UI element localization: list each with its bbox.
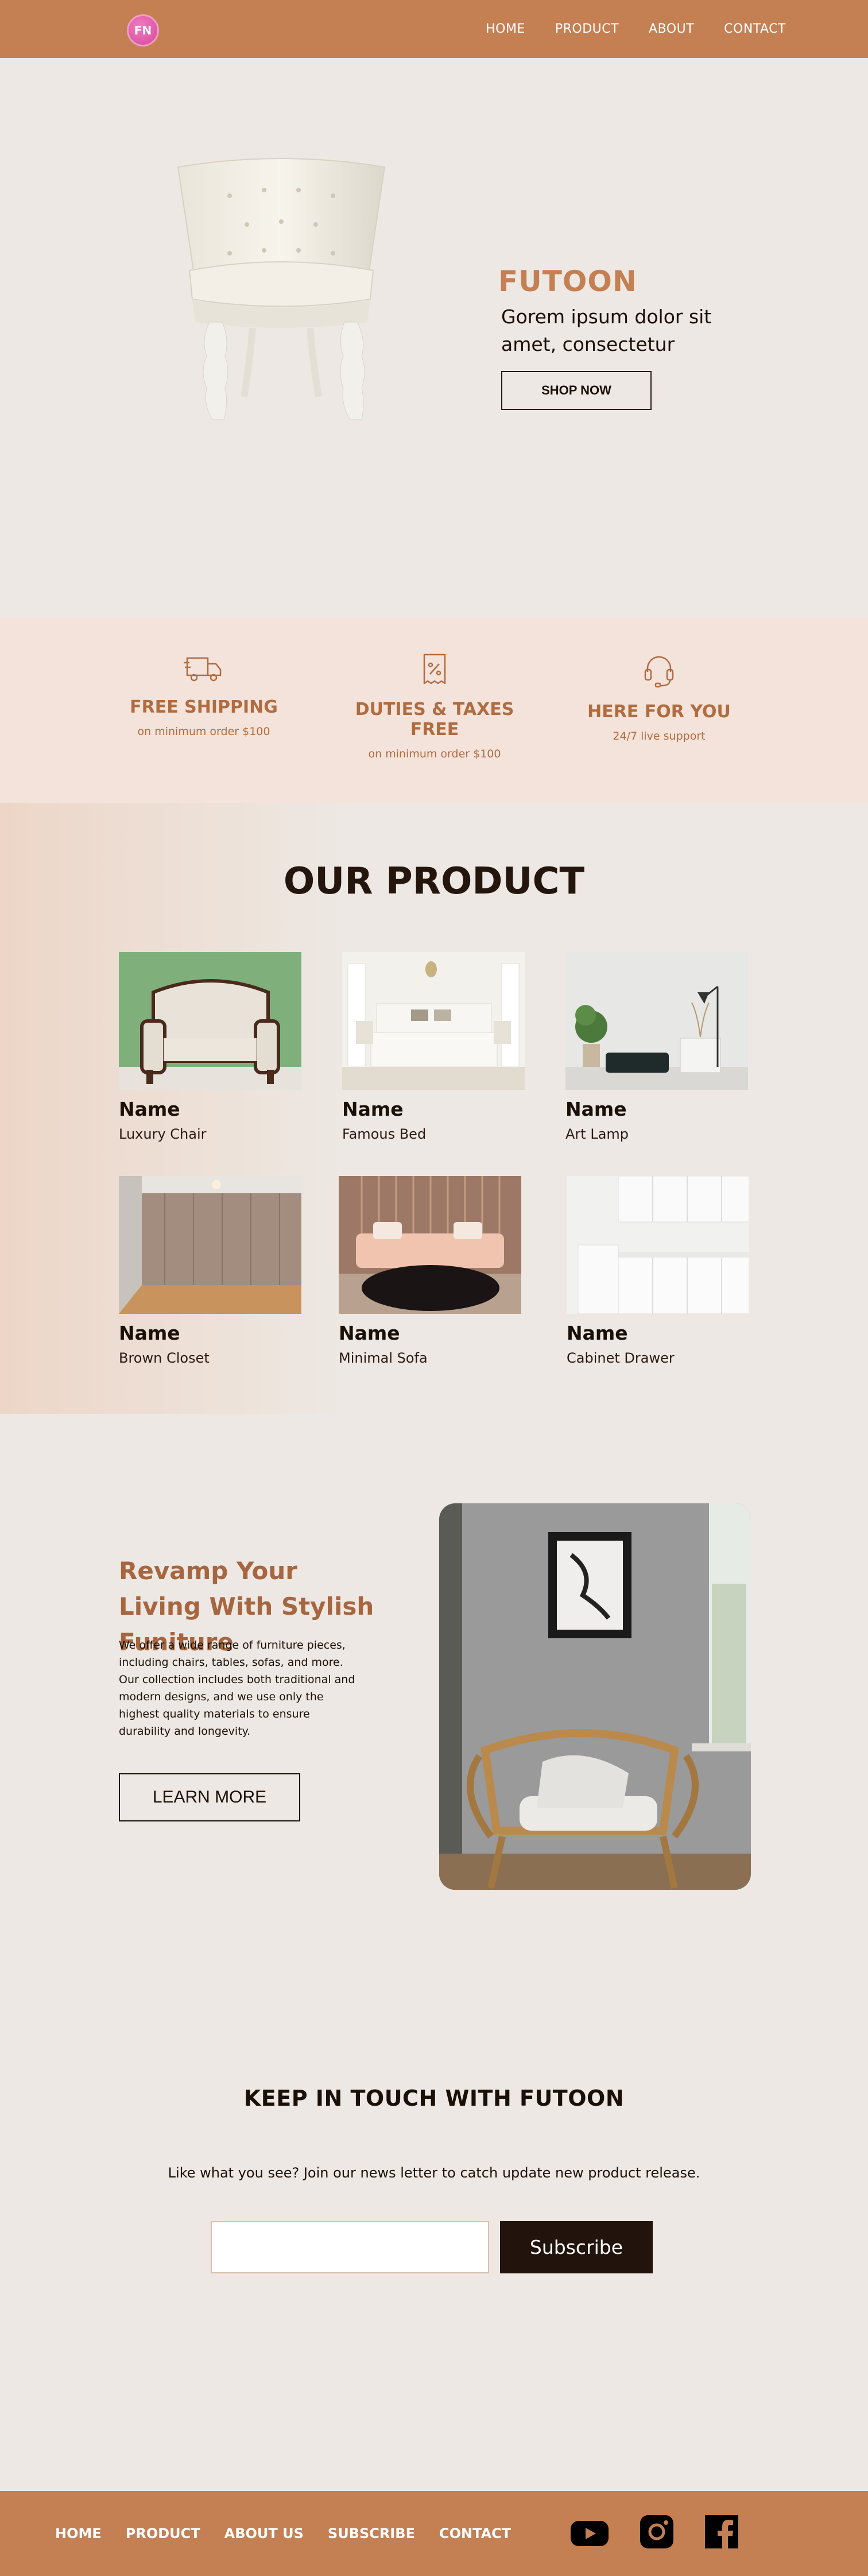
footer: HOME PRODUCT ABOUT US SUBSCRIBE CONTACT xyxy=(0,2491,868,2576)
subscribe-button[interactable]: Subscribe xyxy=(500,2221,653,2273)
product-card[interactable]: Name Minimal Sofa xyxy=(339,1176,522,1366)
newsletter-text: Like what you see? Join our news letter … xyxy=(168,2165,700,2181)
feature-subtitle: on minimum order $100 xyxy=(368,748,501,760)
product-name: Name xyxy=(565,1098,627,1120)
footer-subscribe[interactable]: SUBSCRIBE xyxy=(328,2525,415,2542)
product-description: Brown Closet xyxy=(119,1350,210,1366)
learn-more-button[interactable]: LEARN MORE xyxy=(119,1773,300,1821)
feature-free-shipping: FREE SHIPPING on minimum order $100 xyxy=(100,652,307,738)
product-card[interactable]: Name Cabinet Drawer xyxy=(567,1176,750,1366)
nav-links: HOME PRODUCT ABOUT CONTACT xyxy=(486,22,786,36)
feature-support: HERE FOR YOU 24/7 live support xyxy=(556,652,762,742)
feature-title: HERE FOR YOU xyxy=(587,702,731,722)
product-description: Luxury Chair xyxy=(119,1126,207,1142)
feature-subtitle: on minimum order $100 xyxy=(137,725,270,738)
feature-title: DUTIES & TAXES FREE xyxy=(355,699,514,740)
product-image-brown-closet xyxy=(119,1176,301,1314)
nav-home[interactable]: HOME xyxy=(486,22,525,36)
product-image-cabinet-drawer xyxy=(567,1176,749,1314)
newsletter-email-input[interactable] xyxy=(211,2221,489,2273)
footer-about-us[interactable]: ABOUT US xyxy=(224,2525,304,2542)
product-image-art-lamp xyxy=(565,952,748,1090)
products-title: OUR PRODUCT xyxy=(283,860,585,903)
product-name: Name xyxy=(342,1098,404,1120)
instagram-icon[interactable] xyxy=(640,2515,673,2548)
feature-subtitle: 24/7 live support xyxy=(613,730,706,742)
footer-contact[interactable]: CONTACT xyxy=(439,2525,511,2542)
hero-subtitle: Gorem ipsum dolor sit amet, consectetur xyxy=(501,305,712,355)
product-name: Name xyxy=(119,1322,180,1344)
revamp-text: We offer a wide range of furniture piece… xyxy=(119,1639,355,1738)
product-description: Art Lamp xyxy=(565,1126,629,1142)
product-card[interactable]: Name Luxury Chair xyxy=(119,952,303,1142)
product-description: Famous Bed xyxy=(342,1126,427,1142)
footer-home[interactable]: HOME xyxy=(55,2525,102,2542)
nav-product[interactable]: PRODUCT xyxy=(555,22,619,36)
feature-duties-taxes: DUTIES & TAXES FREE on minimum order $10… xyxy=(331,652,538,760)
nav-contact[interactable]: CONTACT xyxy=(724,22,786,36)
products-section: OUR PRODUCT Name Luxury Chair Name Famou… xyxy=(0,803,868,1414)
logo[interactable]: FN xyxy=(127,14,159,47)
top-nav: FN HOME PRODUCT ABOUT CONTACT xyxy=(0,0,868,58)
headset-icon xyxy=(644,656,674,688)
product-card[interactable]: Name Famous Bed xyxy=(342,952,526,1142)
feature-title: FREE SHIPPING xyxy=(130,697,278,717)
truck-icon xyxy=(184,657,222,682)
product-name: Name xyxy=(119,1098,180,1120)
footer-product[interactable]: PRODUCT xyxy=(126,2525,200,2542)
shop-now-button[interactable]: SHOP NOW xyxy=(501,371,652,410)
product-description: Minimal Sofa xyxy=(339,1350,428,1366)
product-name: Name xyxy=(339,1322,400,1344)
product-card[interactable]: Name Art Lamp xyxy=(565,952,749,1142)
hero-title: FUTOON xyxy=(498,265,637,298)
hero-section: FUTOON Gorem ipsum dolor sit amet, conse… xyxy=(0,58,868,618)
receipt-percent-icon xyxy=(423,653,446,684)
product-image-luxury-chair xyxy=(119,952,301,1090)
hero-chair-image xyxy=(166,156,396,431)
product-image-minimal-sofa xyxy=(339,1176,521,1314)
newsletter-title: KEEP IN TOUCH WITH FUTOON xyxy=(243,2086,625,2111)
product-image-famous-bed xyxy=(342,952,525,1090)
revamp-image-rattan-chair xyxy=(439,1503,751,1890)
nav-about[interactable]: ABOUT xyxy=(649,22,694,36)
product-card[interactable]: Name Brown Closet xyxy=(119,1176,303,1366)
footer-links: HOME PRODUCT ABOUT US SUBSCRIBE CONTACT xyxy=(55,2525,511,2542)
product-description: Cabinet Drawer xyxy=(567,1350,675,1366)
youtube-icon[interactable] xyxy=(571,2520,609,2547)
facebook-icon[interactable] xyxy=(705,2515,738,2548)
features-band: FREE SHIPPING on minimum order $100 DUTI… xyxy=(0,618,868,803)
product-name: Name xyxy=(567,1322,628,1344)
